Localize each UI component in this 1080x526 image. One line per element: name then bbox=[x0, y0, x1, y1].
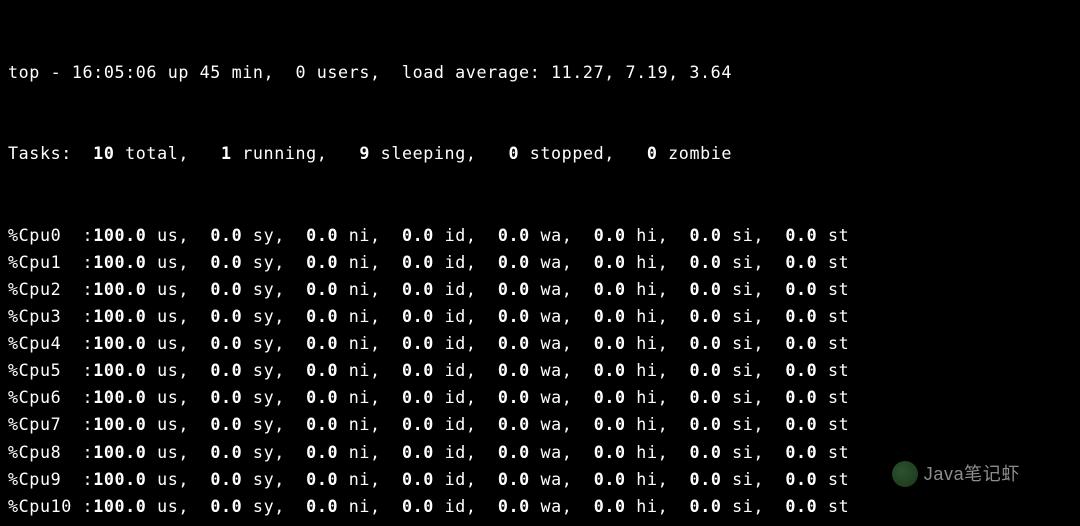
cpu-row-9: %Cpu9 :100.0 us, 0.0 sy, 0.0 ni, 0.0 id,… bbox=[8, 466, 1072, 493]
cpu-block: %Cpu0 :100.0 us, 0.0 sy, 0.0 ni, 0.0 id,… bbox=[8, 222, 1072, 526]
cpu-row-11: %Cpu11 :100.0 us, 0.0 sy, 0.0 ni, 0.0 id… bbox=[8, 520, 1072, 526]
tasks-sleeping: 9 bbox=[327, 143, 380, 163]
cpu-row-0: %Cpu0 :100.0 us, 0.0 sy, 0.0 ni, 0.0 id,… bbox=[8, 222, 1072, 249]
cpu-row-2: %Cpu2 :100.0 us, 0.0 sy, 0.0 ni, 0.0 id,… bbox=[8, 276, 1072, 303]
terminal-output: top - 16:05:06 up 45 min, 0 users, load … bbox=[0, 0, 1080, 526]
cpu-row-7: %Cpu7 :100.0 us, 0.0 sy, 0.0 ni, 0.0 id,… bbox=[8, 411, 1072, 438]
cpu-row-6: %Cpu6 :100.0 us, 0.0 sy, 0.0 ni, 0.0 id,… bbox=[8, 384, 1072, 411]
cpu-row-4: %Cpu4 :100.0 us, 0.0 sy, 0.0 ni, 0.0 id,… bbox=[8, 330, 1072, 357]
tasks-total: 10 bbox=[72, 143, 125, 163]
summary-line-1: top - 16:05:06 up 45 min, 0 users, load … bbox=[8, 59, 1072, 86]
tasks-label: Tasks: bbox=[8, 143, 72, 163]
cpu-row-1: %Cpu1 :100.0 us, 0.0 sy, 0.0 ni, 0.0 id,… bbox=[8, 249, 1072, 276]
cpu-row-10: %Cpu10 :100.0 us, 0.0 sy, 0.0 ni, 0.0 id… bbox=[8, 493, 1072, 520]
tasks-stopped: 0 bbox=[477, 143, 530, 163]
summary-line-2: Tasks: 10 total, 1 running, 9 sleeping, … bbox=[8, 140, 1072, 167]
cpu-row-8: %Cpu8 :100.0 us, 0.0 sy, 0.0 ni, 0.0 id,… bbox=[8, 439, 1072, 466]
cpu-row-3: %Cpu3 :100.0 us, 0.0 sy, 0.0 ni, 0.0 id,… bbox=[8, 303, 1072, 330]
cpu-row-5: %Cpu5 :100.0 us, 0.0 sy, 0.0 ni, 0.0 id,… bbox=[8, 357, 1072, 384]
tasks-zombie: 0 bbox=[615, 143, 668, 163]
tasks-running: 1 bbox=[189, 143, 242, 163]
